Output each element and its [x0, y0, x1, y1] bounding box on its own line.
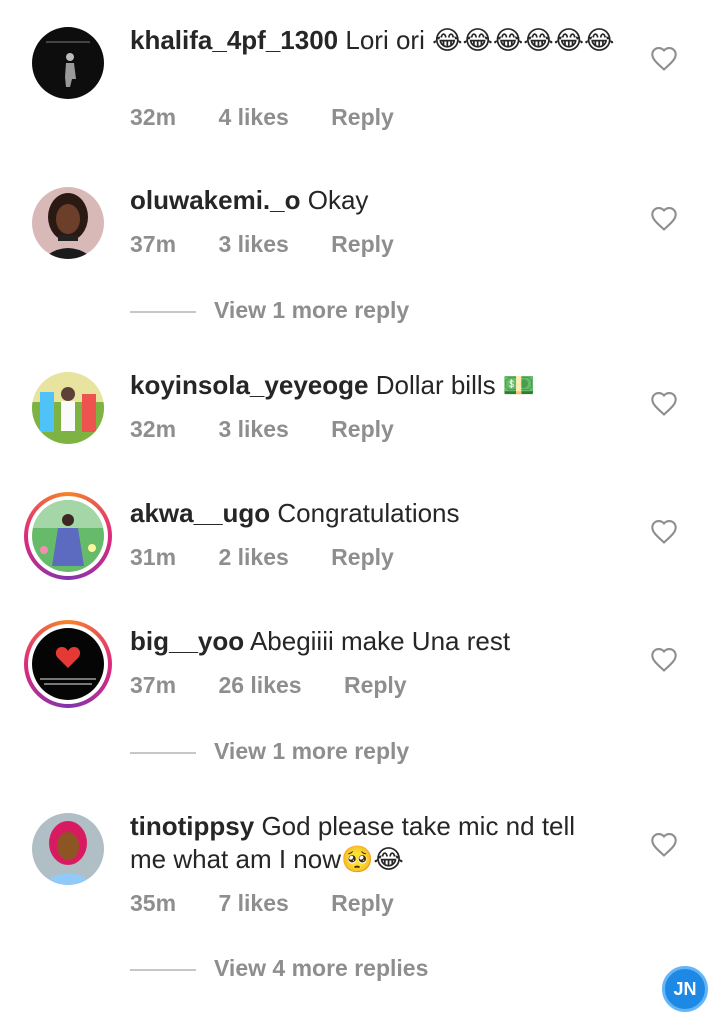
comment-body: Lori ori: [345, 25, 425, 55]
comment-emojis: 💵: [502, 371, 536, 401]
comment-time: 37m: [130, 231, 177, 257]
story-ring-gap: [28, 496, 108, 576]
garden-portrait-avatar-icon: [32, 500, 104, 572]
comment-time: 35m: [130, 890, 177, 916]
reply-button[interactable]: Reply: [331, 231, 394, 257]
view-more-replies[interactable]: View 4 more replies: [130, 955, 530, 985]
comment-emojis: 🥺😂: [340, 845, 404, 875]
reply-button[interactable]: Reply: [344, 672, 407, 698]
view-more-label[interactable]: View 4 more replies: [214, 955, 428, 982]
red-heart-avatar-icon: [32, 628, 104, 700]
comment-time: 32m: [130, 416, 177, 442]
avatar[interactable]: [24, 492, 112, 580]
avatar-photo: [32, 500, 104, 572]
comment-meta: 32m 4 likes Reply: [130, 104, 430, 131]
divider-line: [130, 969, 196, 971]
comment-likes[interactable]: 2 likes: [218, 544, 288, 570]
comment-likes[interactable]: 26 likes: [218, 672, 301, 698]
comment-text: oluwakemi._o Okay: [130, 184, 630, 217]
woman-portrait-avatar-icon: [32, 187, 104, 259]
reply-button[interactable]: Reply: [331, 416, 394, 442]
colorful-portrait-avatar-icon: [32, 372, 104, 444]
comment-text: tinotippsy God please take mic nd tell m…: [130, 810, 610, 877]
avatar[interactable]: [24, 620, 112, 708]
reply-button[interactable]: Reply: [331, 104, 394, 130]
heart-icon[interactable]: [650, 45, 678, 73]
comment-username[interactable]: big__yoo: [130, 626, 244, 656]
comment-likes[interactable]: 7 likes: [218, 890, 288, 916]
reply-button[interactable]: Reply: [331, 890, 394, 916]
divider-line: [130, 752, 196, 754]
comment-text: khalifa_4pf_1300 Lori ori 😂😂😂😂😂😂: [130, 24, 630, 58]
comment-meta: 31m 2 likes Reply: [130, 544, 430, 571]
avatar[interactable]: [32, 27, 104, 99]
heart-icon[interactable]: [650, 831, 678, 859]
comment-username[interactable]: tinotippsy: [130, 811, 254, 841]
view-more-replies[interactable]: View 1 more reply: [130, 738, 530, 768]
comment-emojis: 😂😂😂😂😂😂: [432, 26, 615, 56]
dark-portrait-avatar-icon: [32, 27, 104, 99]
comment-text: koyinsola_yeyeoge Dollar bills 💵: [130, 369, 630, 403]
heart-icon[interactable]: [650, 646, 678, 674]
avatar[interactable]: [32, 187, 104, 259]
heart-icon[interactable]: [650, 390, 678, 418]
avatar[interactable]: [32, 813, 104, 885]
avatar[interactable]: [32, 372, 104, 444]
heart-icon[interactable]: [650, 518, 678, 546]
comment-text: akwa__ugo Congratulations: [130, 497, 630, 530]
comment-likes[interactable]: 3 likes: [218, 416, 288, 442]
view-more-label[interactable]: View 1 more reply: [214, 738, 409, 765]
avatar-photo: [32, 628, 104, 700]
comment-likes[interactable]: 3 likes: [218, 231, 288, 257]
comment-time: 32m: [130, 104, 177, 130]
reply-button[interactable]: Reply: [331, 544, 394, 570]
comment-meta: 37m 26 likes Reply: [130, 672, 443, 699]
comment-time: 37m: [130, 672, 177, 698]
comment-username[interactable]: khalifa_4pf_1300: [130, 25, 338, 55]
comment-username[interactable]: akwa__ugo: [130, 498, 270, 528]
pink-hair-portrait-avatar-icon: [32, 813, 104, 885]
heart-icon[interactable]: [650, 205, 678, 233]
view-more-label[interactable]: View 1 more reply: [214, 297, 409, 324]
comment-text: big__yoo Abegiiii make Una rest: [130, 625, 630, 658]
divider-line: [130, 311, 196, 313]
story-ring-gap: [28, 624, 108, 704]
comment-likes[interactable]: 4 likes: [218, 104, 288, 130]
comment-time: 31m: [130, 544, 177, 570]
comment-meta: 37m 3 likes Reply: [130, 231, 430, 258]
comment-body: Congratulations: [277, 498, 460, 528]
comment-meta: 35m 7 likes Reply: [130, 890, 430, 917]
comment-body: Dollar bills: [375, 370, 496, 400]
comment-body: Okay: [307, 185, 369, 215]
comment-body: Abegiiii make Una rest: [249, 626, 511, 656]
comment-username[interactable]: oluwakemi._o: [130, 185, 301, 215]
view-more-replies[interactable]: View 1 more reply: [130, 297, 530, 327]
comment-meta: 32m 3 likes Reply: [130, 416, 430, 443]
comment-username[interactable]: koyinsola_yeyeoge: [130, 370, 368, 400]
watermark-logo: JN: [662, 966, 708, 1012]
